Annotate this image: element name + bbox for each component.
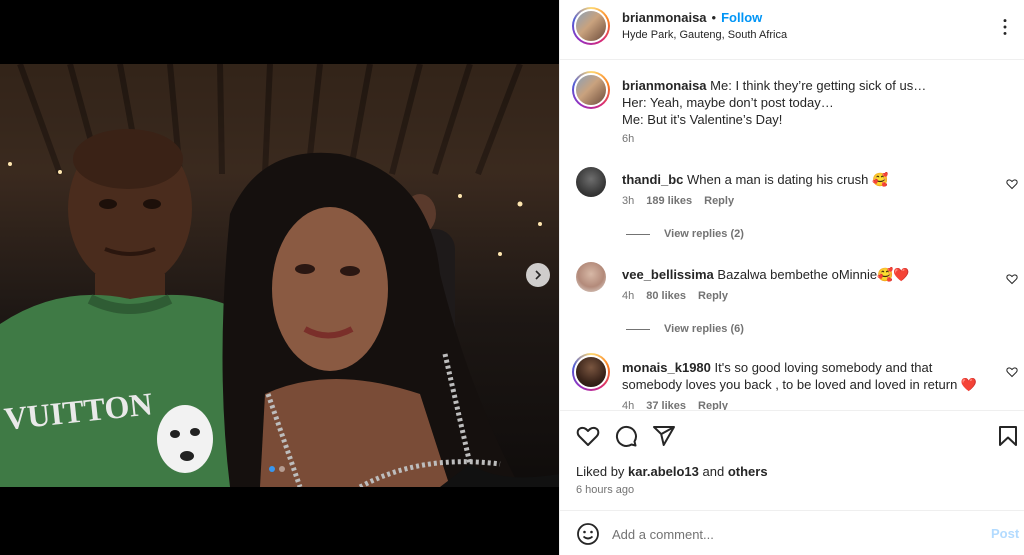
view-replies-button[interactable]: View replies (6) bbox=[626, 323, 744, 335]
author-avatar[interactable] bbox=[572, 7, 610, 45]
heart-icon[interactable] bbox=[1006, 178, 1018, 190]
comment-reply-button[interactable]: Reply bbox=[704, 195, 734, 207]
likes-prefix: Liked by bbox=[576, 464, 625, 479]
comment-reply-button[interactable]: Reply bbox=[698, 400, 728, 410]
view-replies-button[interactable]: View replies (2) bbox=[626, 228, 744, 240]
post-comment-button[interactable]: Post bbox=[991, 526, 1019, 541]
bookmark-icon[interactable] bbox=[996, 424, 1020, 448]
media-pane: VUITTON bbox=[0, 0, 559, 555]
comment-age: 3h bbox=[622, 195, 635, 207]
post-actions: Liked by kar.abelo13 and others 6 hours … bbox=[560, 410, 1024, 510]
commenter-avatar[interactable] bbox=[576, 262, 606, 292]
author-line: brianmonaisa • Follow bbox=[622, 10, 762, 25]
comment-age: 4h bbox=[622, 400, 635, 410]
comment-username[interactable]: thandi_bc bbox=[622, 172, 683, 187]
heart-icon[interactable] bbox=[1006, 366, 1018, 378]
comment-likes[interactable]: 37 likes bbox=[646, 400, 686, 410]
comment-age: 4h bbox=[622, 290, 635, 302]
caption-line-2: Her: Yeah, maybe don’t post today… bbox=[622, 95, 834, 110]
comment-likes[interactable]: 189 likes bbox=[646, 195, 692, 207]
commenter-avatar[interactable] bbox=[572, 353, 610, 391]
carousel-dot-2 bbox=[279, 466, 285, 472]
emoji-icon[interactable] bbox=[576, 522, 600, 546]
comment-text: monais_k1980 It's so good loving somebod… bbox=[622, 359, 992, 393]
comment-meta: 4h 37 likes Reply bbox=[622, 400, 728, 410]
comment-text: thandi_bc When a man is dating his crush… bbox=[622, 171, 992, 188]
follow-button[interactable]: Follow bbox=[721, 10, 762, 25]
comment-input[interactable] bbox=[612, 523, 972, 545]
post-side-panel: brianmonaisa • Follow Hyde Park, Gauteng… bbox=[559, 0, 1024, 555]
view-replies-label: View replies (2) bbox=[664, 228, 744, 240]
comment-composer: Post bbox=[560, 510, 1024, 555]
caption-meta: 6h bbox=[622, 133, 634, 145]
likes-others-link[interactable]: others bbox=[728, 464, 768, 479]
caption-line-1: Me: I think they’re getting sick of us… bbox=[710, 78, 927, 93]
post-timestamp[interactable]: 6 hours ago bbox=[576, 484, 634, 496]
view-replies-label: View replies (6) bbox=[664, 323, 744, 335]
comment-body: Bazalwa bembethe oMinnie🥰❤️ bbox=[717, 267, 910, 282]
comment-body: When a man is dating his crush 🥰 bbox=[687, 172, 889, 187]
comment-icon[interactable] bbox=[614, 424, 638, 448]
post-photo[interactable]: VUITTON bbox=[0, 64, 559, 487]
comment-text: vee_bellissima Bazalwa bembethe oMinnie🥰… bbox=[622, 266, 992, 283]
comment-meta: 3h 189 likes Reply bbox=[622, 195, 734, 207]
separator-dot: • bbox=[711, 10, 717, 25]
author-username[interactable]: brianmonaisa bbox=[622, 10, 707, 25]
heart-icon[interactable] bbox=[576, 424, 600, 448]
comment-username[interactable]: monais_k1980 bbox=[622, 360, 711, 375]
likes-conj: and bbox=[702, 464, 725, 479]
caption-age: 6h bbox=[622, 133, 635, 145]
more-icon[interactable] bbox=[994, 16, 1016, 38]
post-location[interactable]: Hyde Park, Gauteng, South Africa bbox=[622, 29, 787, 41]
heart-icon[interactable] bbox=[1006, 273, 1018, 285]
caption-line-3: Me: But it’s Valentine’s Day! bbox=[622, 112, 783, 127]
comment-meta: 4h 80 likes Reply bbox=[622, 290, 728, 302]
carousel-indicator bbox=[269, 466, 285, 472]
share-icon[interactable] bbox=[652, 424, 676, 448]
photo-illustration: VUITTON bbox=[0, 64, 559, 487]
chevron-right-icon bbox=[535, 270, 542, 280]
comments-list[interactable]: brianmonaisa Me: I think they’re getting… bbox=[560, 61, 1024, 410]
caption-avatar[interactable] bbox=[572, 71, 610, 109]
caption-username[interactable]: brianmonaisa bbox=[622, 78, 707, 93]
likes-user-link[interactable]: kar.abelo13 bbox=[628, 464, 699, 479]
likes-summary: Liked by kar.abelo13 and others bbox=[576, 464, 768, 479]
comment-username[interactable]: vee_bellissima bbox=[622, 267, 714, 282]
commenter-avatar[interactable] bbox=[576, 167, 606, 197]
comment-reply-button[interactable]: Reply bbox=[698, 290, 728, 302]
comment-likes[interactable]: 80 likes bbox=[646, 290, 686, 302]
carousel-next-button[interactable] bbox=[526, 263, 550, 287]
post-header: brianmonaisa • Follow Hyde Park, Gauteng… bbox=[560, 0, 1024, 60]
caption-text: brianmonaisa Me: I think they’re getting… bbox=[622, 77, 992, 128]
carousel-dot-1 bbox=[269, 466, 275, 472]
